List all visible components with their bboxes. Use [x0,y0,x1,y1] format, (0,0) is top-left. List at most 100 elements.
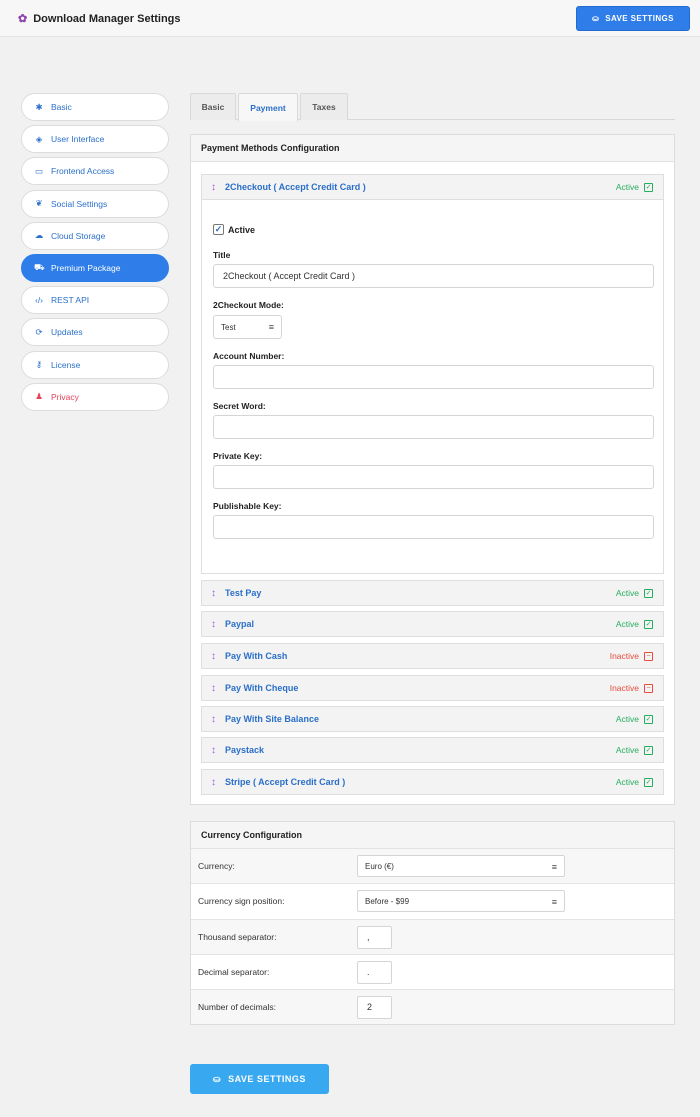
top-bar: ✿ Download Manager Settings ⛀ SAVE SETTI… [0,0,700,37]
title-label: Title [213,250,231,260]
menu-lines-icon: ≡ [551,897,557,907]
currency-row: Currency: Euro (€) ≡ [191,848,674,883]
sidebar-item-basic[interactable]: ✱ Basic [21,93,169,121]
secret-word-label: Secret Word: [213,401,266,411]
payment-method-stripe[interactable]: ↕ Stripe ( Accept Credit Card ) Active ✓ [201,769,664,795]
currency-select[interactable]: Euro (€) ≡ [357,855,565,877]
page-title: ✿ Download Manager Settings [18,12,181,26]
sidebar-item-label: Privacy [51,391,79,402]
payment-methods-panel: Payment Methods Configuration ↕ 2Checkou… [190,134,675,805]
minus-box-icon: − [644,683,653,693]
drag-handle-icon[interactable]: ↕ [211,588,221,599]
currency-sign-position-value: Before - $99 [365,896,410,906]
save-icon: ⛀ [592,14,600,23]
drag-handle-icon[interactable]: ↕ [211,714,221,725]
sidebar-item-premium-package[interactable]: ⛟ Premium Package [21,253,169,282]
payment-method-pay-with-cash[interactable]: ↕ Pay With Cash Inactive − [201,643,664,669]
sidebar-item-updates[interactable]: ⟳ Updates [21,318,169,347]
sidebar-item-user-interface[interactable]: ◈ User Interface [21,125,169,154]
save-settings-button-bottom[interactable]: ⛀ SAVE SETTINGS [190,1064,329,1094]
mode-select[interactable]: Test ≡ [213,315,282,339]
payment-method-paypal[interactable]: ↕ Paypal Active ✓ [201,611,664,637]
payment-method-name: Pay With Cheque [225,683,299,693]
checked-box-icon: ✓ [644,745,653,755]
sidebar-item-license[interactable]: ⚷ License [21,350,169,379]
sidebar-item-label: User Interface [51,134,105,145]
save-button-label: SAVE SETTINGS [605,14,674,23]
drag-handle-icon[interactable]: ↕ [211,683,221,694]
desktop-icon: ▭ [34,165,44,176]
save-button-label: SAVE SETTINGS [228,1074,306,1084]
sidebar-item-privacy[interactable]: ♟ Privacy [21,382,169,411]
settings-sidebar: ✱ Basic ◈ User Interface ▭ Frontend Access … [21,93,169,415]
active-checkbox-label: Active [228,224,256,235]
settings-tabs: Basic Payment Taxes [190,93,675,121]
sync-icon: ⟳ [35,326,43,337]
payment-method-test-pay[interactable]: ↕ Test Pay Active ✓ [201,580,664,606]
currency-configuration-panel: Currency Configuration Currency: Euro (€… [190,821,675,1025]
payment-method-pay-with-site-balance[interactable]: ↕ Pay With Site Balance Active ✓ [201,706,664,732]
mode-label: 2Checkout Mode: [213,300,284,310]
drag-handle-icon[interactable]: ↕ [211,619,221,630]
drag-handle-icon[interactable]: ↕ [211,182,221,193]
active-checkbox-row[interactable]: ✓ Active [213,224,255,235]
payment-method-name: Stripe ( Accept Credit Card ) [225,777,346,787]
drag-handle-icon[interactable]: ↕ [211,777,221,788]
currency-label: Currency: [198,861,235,871]
sidebar-item-label: Frontend Access [51,166,115,177]
status-text: Active [615,714,639,724]
twitter-icon: ❦ [35,198,43,209]
currency-sign-position-select[interactable]: Before - $99 ≡ [357,890,565,912]
status-badge: Active ✓ [616,182,653,192]
payment-method-paystack[interactable]: ↕ Paystack Active ✓ [201,737,664,763]
checked-box-icon: ✓ [644,619,653,629]
tab-basic[interactable]: Basic [190,93,236,120]
user-lock-icon: ♟ [35,391,43,402]
account-number-input[interactable] [213,365,654,389]
save-settings-button-top[interactable]: ⛀ SAVE SETTINGS [576,6,690,31]
publishable-key-label: Publishable Key: [213,501,282,511]
number-of-decimals-label: Number of decimals: [198,1002,276,1012]
secret-word-input[interactable] [213,415,654,439]
sidebar-item-label: Basic [51,102,72,112]
page-title-text: Download Manager Settings [33,12,181,25]
decimal-separator-input[interactable]: . [357,960,392,984]
active-checkbox[interactable]: ✓ [213,224,224,235]
private-key-input[interactable] [213,465,654,489]
publishable-key-input[interactable] [213,515,654,539]
tab-payment[interactable]: Payment [238,93,298,121]
payment-methods-heading: Payment Methods Configuration [191,135,674,162]
sidebar-item-label: License [51,359,81,370]
thousand-separator-input[interactable]: , [357,925,392,949]
status-badge: Active ✓ [616,619,653,629]
tab-taxes[interactable]: Taxes [300,93,348,120]
payment-method-name: Pay With Site Balance [225,714,319,724]
paint-bucket-icon: ◈ [35,133,43,144]
payment-method-name: Pay With Cash [225,651,288,661]
drag-handle-icon[interactable]: ↕ [211,745,221,756]
status-text: Active [615,745,639,755]
payment-method-pay-with-cheque[interactable]: ↕ Pay With Cheque Inactive − [201,675,664,701]
sidebar-item-social-settings[interactable]: ❦ Social Settings [21,189,169,218]
status-badge: Inactive − [610,651,653,661]
save-icon: ⛀ [213,1073,222,1084]
minus-box-icon: − [644,651,653,661]
checked-box-icon: ✓ [644,714,653,724]
sidebar-item-cloud-storage[interactable]: ☁ Cloud Storage [21,221,169,250]
drag-handle-icon[interactable]: ↕ [211,651,221,662]
sidebar-item-rest-api[interactable]: ‹/› REST API [21,286,169,315]
payment-method-2checkout[interactable]: ↕ 2Checkout ( Accept Credit Card ) Activ… [201,174,664,200]
currency-select-value: Euro (€) [365,861,394,871]
title-input[interactable]: 2Checkout ( Accept Credit Card ) [213,264,654,288]
checked-box-icon: ✓ [644,777,653,787]
status-text: Inactive [609,683,639,693]
decimal-separator-row: Decimal separator: . [191,954,674,989]
payment-method-name: Test Pay [225,588,262,598]
status-text: Active [615,619,639,629]
sidebar-item-frontend-access[interactable]: ▭ Frontend Access [21,157,169,186]
sidebar-item-label: Premium Package [51,262,121,273]
private-key-label: Private Key: [213,451,263,461]
cloud-icon: ☁ [34,230,44,241]
payment-method-name: 2Checkout ( Accept Credit Card ) [225,182,366,192]
number-of-decimals-input[interactable]: 2 [357,995,392,1019]
